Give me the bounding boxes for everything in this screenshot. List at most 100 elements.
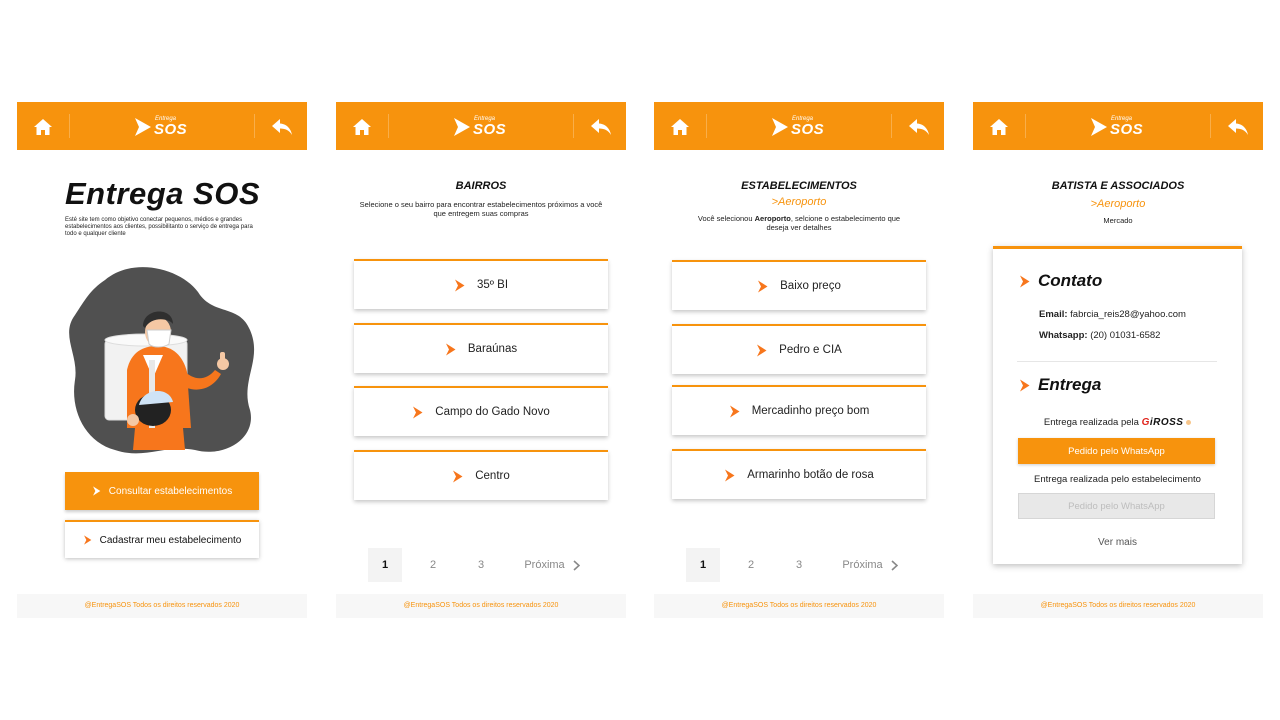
next-page-button[interactable]: Próxima [830, 548, 910, 582]
logo[interactable]: Entrega SOS [453, 116, 513, 138]
chevron-right-icon [445, 343, 456, 355]
top-bar: Entrega SOS [336, 102, 626, 150]
establishment-item[interactable]: Pedro e CIA [672, 324, 926, 374]
info-dot-icon [1186, 419, 1192, 425]
home-icon[interactable] [670, 118, 690, 136]
consult-establishments-button[interactable]: Consultar estabelecimentos [65, 472, 259, 510]
back-arrow-icon[interactable] [590, 118, 612, 136]
next-page-label: Próxima [524, 559, 565, 571]
contact-heading-label: Contato [1038, 271, 1103, 290]
giross-logo-rest: iROSS [1149, 417, 1184, 428]
logo-big-text: SOS [154, 121, 188, 138]
back-arrow-icon[interactable] [271, 118, 293, 136]
establishment-bairro: >Aeroporto [1090, 198, 1146, 210]
establishment-name: BATISTA E ASSOCIADOS [1051, 180, 1185, 192]
chevron-right-icon [1020, 379, 1030, 391]
footer: @EntregaSOS Todos os direitos reservados… [336, 594, 626, 618]
section-title: ESTABELECIMENTOS [741, 180, 857, 192]
screen-bairros: Entrega SOS BAIRROS Selecione o seu bair… [336, 102, 626, 618]
bairro-item[interactable]: Campo do Gado Novo [354, 386, 608, 436]
screen-detalhe: Entrega SOS BATISTA E ASSOCIADOS >Aeropo… [973, 102, 1263, 618]
chevron-right-icon [573, 559, 580, 571]
delivery-person-illustration [69, 267, 255, 454]
delivery-heading: Entrega [1019, 375, 1101, 395]
establishment-item[interactable]: Mercadinho preço bom [672, 385, 926, 435]
page-3-button[interactable]: 3 [782, 548, 816, 582]
whatsapp-order-button[interactable]: Pedido pelo WhatsApp [1018, 438, 1215, 464]
next-page-button[interactable]: Próxima [512, 548, 592, 582]
footer: @EntregaSOS Todos os direitos reservados… [973, 594, 1263, 618]
chevron-right-icon [92, 486, 101, 496]
divider [1017, 361, 1217, 362]
divider [1210, 114, 1211, 138]
register-establishment-button[interactable]: Cadastrar meu estabelecimento [65, 520, 259, 558]
bairro-item-label: Campo do Gado Novo [435, 406, 550, 418]
establishment-item-label: Armarinho botão de rosa [747, 469, 874, 481]
contact-heading: Contato [1019, 271, 1102, 291]
bairro-item[interactable]: Centro [354, 450, 608, 500]
section-subtitle: Você selecionou Aeroporto, selcione o es… [694, 214, 904, 232]
consult-establishments-label: Consultar estabelecimentos [108, 485, 233, 497]
see-more-link[interactable]: Ver mais [993, 537, 1242, 548]
chevron-right-icon [453, 470, 463, 482]
logo[interactable]: Entrega SOS [134, 116, 194, 138]
bairro-item-label: 35º BI [476, 279, 509, 291]
establishment-item-label: Baixo preço [780, 280, 841, 292]
email-row: Email: fabrcia_reis28@yahoo.com [1039, 309, 1186, 320]
chevron-right-icon [891, 559, 898, 571]
selected-bairro: >Aeroporto [771, 196, 827, 208]
page-1-button[interactable]: 1 [368, 548, 402, 582]
whatsapp-value[interactable]: (20) 01031-6582 [1090, 330, 1160, 341]
screen-home: Entrega SOS Entrega SOS Esté site tem co… [17, 102, 307, 618]
giross-logo: GiROSS [1142, 417, 1184, 428]
chevron-right-icon [729, 405, 740, 417]
establishment-item-label: Mercadinho preço bom [751, 405, 870, 417]
establishment-item[interactable]: Armarinho botão de rosa [672, 449, 926, 499]
divider [706, 114, 707, 138]
chevron-right-icon [413, 406, 423, 418]
page-3-button[interactable]: 3 [464, 548, 498, 582]
pagination: 1 2 3 Próxima [686, 548, 916, 582]
home-icon[interactable] [989, 118, 1009, 136]
register-establishment-label: Cadastrar meu estabelecimento [99, 534, 242, 546]
whatsapp-row: Whatsapp: (20) 01031-6582 [1039, 330, 1160, 341]
page-2-button[interactable]: 2 [416, 548, 450, 582]
logo-big-text: SOS [1110, 121, 1144, 138]
logo[interactable]: Entrega SOS [1090, 116, 1150, 138]
chevron-right-icon [1020, 275, 1030, 287]
divider [69, 114, 70, 138]
chevron-right-icon [454, 279, 465, 291]
page-2-button[interactable]: 2 [734, 548, 768, 582]
divider [254, 114, 255, 138]
establishment-item[interactable]: Baixo preço [672, 260, 926, 310]
establishment-category: Mercado [1103, 216, 1133, 225]
pagination: 1 2 3 Próxima [368, 548, 598, 582]
page-1-button[interactable]: 1 [686, 548, 720, 582]
details-card: Contato Email: fabrcia_reis28@yahoo.com … [993, 246, 1242, 564]
back-arrow-icon[interactable] [1227, 118, 1249, 136]
top-bar: Entrega SOS [654, 102, 944, 150]
home-icon[interactable] [33, 118, 53, 136]
giross-delivery-text: Entrega realizada pela GiROSS [993, 417, 1242, 428]
home-icon[interactable] [352, 118, 372, 136]
back-arrow-icon[interactable] [908, 118, 930, 136]
screen-estabelecimentos: Entrega SOS ESTABELECIMENTOS >Aeroporto … [654, 102, 944, 618]
logo[interactable]: Entrega SOS [771, 116, 831, 138]
section-subtitle: Selecione o seu bairro para encontrar es… [359, 200, 603, 218]
giross-logo-g: G [1141, 417, 1150, 428]
bairro-item-label: Centro [475, 470, 510, 482]
email-value[interactable]: fabrcia_reis28@yahoo.com [1070, 309, 1186, 320]
divider [891, 114, 892, 138]
subtitle-bold: Aeroporto [754, 214, 791, 223]
page-title: Entrega SOS [65, 176, 260, 211]
email-label: Email: [1039, 309, 1068, 320]
subtitle-text: Você selecionou [697, 214, 755, 223]
chevron-right-icon [757, 344, 767, 356]
page-description: Esté site tem como objetivo conectar peq… [65, 217, 253, 237]
bairro-item[interactable]: 35º BI [354, 259, 608, 309]
giross-delivery-label: Entrega realizada pela [1043, 417, 1139, 428]
chevron-right-icon [725, 469, 735, 481]
top-bar: Entrega SOS [17, 102, 307, 150]
bairro-item[interactable]: Baraúnas [354, 323, 608, 373]
whatsapp-order-button-disabled[interactable]: Pedido pelo WhatsApp [1018, 493, 1215, 519]
